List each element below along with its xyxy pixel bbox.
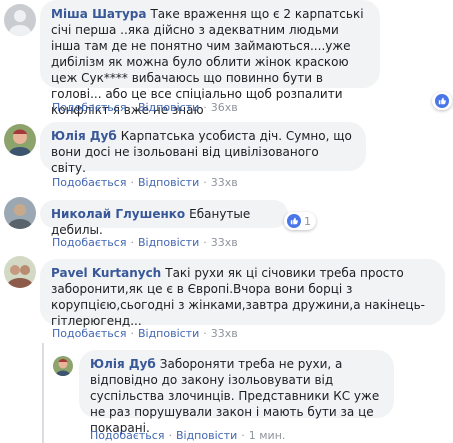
reply-link[interactable]: Відповісти	[138, 236, 199, 249]
timestamp[interactable]: 33хв	[211, 176, 238, 189]
like-icon	[287, 214, 301, 228]
reply-link[interactable]: Відповісти	[138, 101, 199, 114]
comment-author[interactable]: Николай Глушенко	[51, 207, 185, 221]
avatar-image	[4, 197, 36, 229]
comment-bubble: Юлія Дуб Забороняти треба не рухи, а відп…	[79, 350, 394, 435]
like-link[interactable]: Подобається	[52, 101, 126, 114]
like-link[interactable]: Подобається	[52, 236, 126, 249]
comment-actions: Подобається · Відповісти · 33хв	[52, 327, 238, 340]
like-icon	[435, 94, 449, 108]
reaction-badge[interactable]: 1	[284, 212, 316, 230]
avatar[interactable]	[53, 356, 73, 376]
comment-actions: Подобається · Відповісти · 33хв	[52, 236, 238, 249]
comment-author[interactable]: Міша Шатура	[51, 7, 146, 21]
timestamp[interactable]: 33хв	[211, 236, 238, 249]
comment-author[interactable]: Юлія Дуб	[90, 357, 156, 371]
reaction-badge[interactable]	[432, 92, 452, 110]
timestamp[interactable]: 33хв	[211, 327, 238, 340]
avatar-image	[4, 124, 36, 156]
comment-actions: Подобається · Відповісти · 33хв	[52, 176, 238, 189]
comment-author[interactable]: Pavel Kurtanych	[51, 266, 161, 280]
timestamp[interactable]: 1 мин.	[249, 429, 286, 442]
comment-author[interactable]: Юлія Дуб	[51, 129, 117, 143]
comment-actions: Подобається · Відповісти · 1 мин.	[90, 429, 286, 442]
reply-thread-line	[42, 343, 44, 443]
like-link[interactable]: Подобається	[52, 327, 126, 340]
avatar[interactable]	[4, 4, 36, 36]
comment-bubble: Міша Шатура Таке враження що є 2 карпатсь…	[40, 0, 380, 117]
reaction-count: 1	[304, 214, 311, 228]
comment-bubble: Pavel Kurtanych Такі рухи як ці січовики …	[40, 259, 445, 328]
like-link[interactable]: Подобається	[52, 176, 126, 189]
reply-link[interactable]: Відповісти	[138, 176, 199, 189]
reply-link[interactable]: Відповісти	[138, 327, 199, 340]
timestamp[interactable]: 36хв	[211, 101, 238, 114]
avatar[interactable]	[4, 124, 36, 156]
like-link[interactable]: Подобається	[90, 429, 164, 442]
comment-bubble: Юлія Дуб Карпатська усобиста діч. Сумно, …	[40, 122, 366, 175]
avatar-image	[4, 4, 36, 36]
comment-bubble: Николай Глушенко Ебанутые дебилы.	[40, 200, 288, 237]
comment-actions: Подобається · Відповісти · 36хв	[52, 101, 238, 114]
avatar-image	[53, 356, 73, 376]
avatar-image	[4, 256, 36, 288]
reply-link[interactable]: Відповісти	[176, 429, 237, 442]
avatar[interactable]	[4, 256, 36, 288]
avatar[interactable]	[4, 197, 36, 229]
